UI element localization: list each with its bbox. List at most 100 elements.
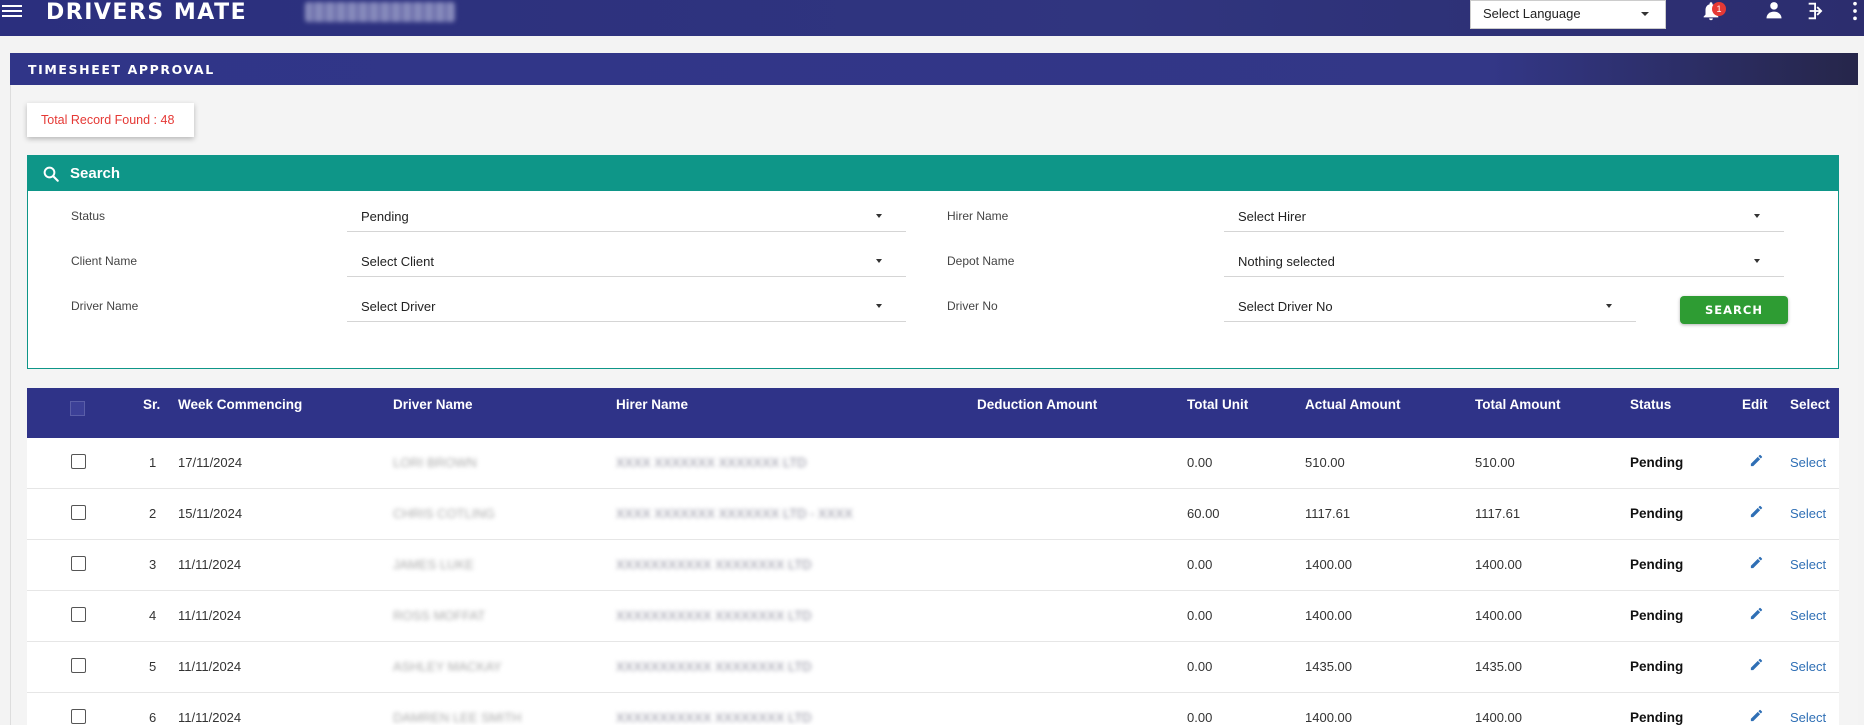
pencil-icon[interactable] xyxy=(1749,606,1764,621)
driver-select-value: Select Driver xyxy=(361,299,436,314)
language-select[interactable]: Select Language xyxy=(1470,0,1666,29)
cell-unit: 60.00 xyxy=(1187,506,1220,521)
select-all-checkbox[interactable] xyxy=(70,401,85,416)
cell-select[interactable]: Select xyxy=(1790,455,1826,470)
chevron-down-icon xyxy=(1754,259,1760,263)
table-row: 6 11/11/2024 DAMREN LEE SMITH XXXXXXXXXXX X… xyxy=(27,693,1839,725)
pencil-icon[interactable] xyxy=(1749,504,1764,519)
panel-header: TIMESHEET APPROVAL xyxy=(10,53,1858,85)
client-select[interactable]: Select Client xyxy=(347,245,906,277)
language-select-label: Select Language xyxy=(1483,6,1581,21)
row-checkbox[interactable] xyxy=(71,556,86,571)
header-status: Status xyxy=(1630,397,1672,412)
pencil-icon[interactable] xyxy=(1749,657,1764,672)
cell-hirer: XXXX XXXXXXX XXXXXXX LTD - XXXX xyxy=(616,506,853,521)
cell-driver: JAMES LUKE xyxy=(393,557,474,572)
table-row: 1 17/11/2024 LORI BROWN XXXX XXXXXXX XXXXXX… xyxy=(27,438,1839,489)
cell-unit: 0.00 xyxy=(1187,659,1213,674)
header-edit: Edit xyxy=(1742,397,1768,412)
header-week: Week Commencing xyxy=(178,397,303,412)
cell-hirer: XXXXXXXXXXX XXXXXXXX LTD xyxy=(616,557,812,572)
cell-week: 11/11/2024 xyxy=(178,608,242,623)
cell-sr: 1 xyxy=(149,455,157,470)
cell-status: Pending xyxy=(1630,608,1684,623)
pencil-icon[interactable] xyxy=(1749,555,1764,570)
header-total: Total Amount xyxy=(1475,397,1561,412)
user-icon[interactable] xyxy=(1764,0,1784,20)
row-checkbox[interactable] xyxy=(71,709,86,724)
menu-icon[interactable] xyxy=(2,2,22,22)
chevron-down-icon xyxy=(1754,214,1760,218)
driver-no-select-value: Select Driver No xyxy=(1238,299,1333,314)
row-checkbox[interactable] xyxy=(71,658,86,673)
chevron-down-icon xyxy=(876,259,882,263)
cell-week: 11/11/2024 xyxy=(178,557,242,572)
status-select-value: Pending xyxy=(361,209,409,224)
company-name-blurred xyxy=(305,2,455,22)
cell-week: 15/11/2024 xyxy=(178,506,243,521)
status-label: Status xyxy=(71,209,106,223)
cell-total: 1400.00 xyxy=(1475,710,1522,725)
depot-select[interactable]: Nothing selected xyxy=(1224,245,1784,277)
driver-select[interactable]: Select Driver xyxy=(347,290,906,322)
row-checkbox[interactable] xyxy=(71,505,86,520)
search-title: Search xyxy=(70,165,121,182)
cell-week: 11/11/2024 xyxy=(178,659,242,674)
header-unit: Total Unit xyxy=(1187,397,1249,412)
status-select[interactable]: Pending xyxy=(347,200,906,232)
cell-unit: 0.00 xyxy=(1187,455,1213,470)
hirer-select[interactable]: Select Hirer xyxy=(1224,200,1784,232)
cell-actual: 1435.00 xyxy=(1305,659,1352,674)
header-hirer: Hirer Name xyxy=(616,397,689,412)
more-vertical-icon[interactable] xyxy=(1851,0,1859,22)
header-sr: Sr. xyxy=(143,397,161,412)
cell-total: 1117.61 xyxy=(1475,506,1521,521)
cell-actual: 1400.00 xyxy=(1305,557,1352,572)
page-title: TIMESHEET APPROVAL xyxy=(28,62,215,77)
row-checkbox[interactable] xyxy=(71,607,86,622)
cell-total: 1400.00 xyxy=(1475,608,1522,623)
cell-select[interactable]: Select xyxy=(1790,710,1826,725)
pencil-icon[interactable] xyxy=(1749,453,1764,468)
cell-actual: 1400.00 xyxy=(1305,608,1352,623)
search-button[interactable]: SEARCH xyxy=(1680,296,1788,324)
cell-total: 1400.00 xyxy=(1475,557,1522,572)
search-header: Search xyxy=(28,156,1838,191)
cell-select[interactable]: Select xyxy=(1790,608,1826,623)
cell-status: Pending xyxy=(1630,659,1684,674)
chevron-down-icon xyxy=(876,214,882,218)
row-checkbox[interactable] xyxy=(71,454,86,469)
cell-select[interactable]: Select xyxy=(1790,557,1826,572)
header-actual: Actual Amount xyxy=(1305,397,1401,412)
cell-driver: LORI BROWN xyxy=(393,455,477,470)
cell-driver: ASHLEY MACKAY xyxy=(393,659,502,674)
cell-hirer: XXXXXXXXXXX XXXXXXXX LTD xyxy=(616,659,812,674)
hirer-select-value: Select Hirer xyxy=(1238,209,1306,224)
cell-sr: 4 xyxy=(149,608,157,623)
record-count-badge: Total Record Found : 48 xyxy=(27,103,194,137)
cell-driver: ROSS MOFFAT xyxy=(393,608,486,623)
driver-no-select[interactable]: Select Driver No xyxy=(1224,290,1636,322)
chevron-down-icon xyxy=(1641,12,1649,16)
table-row: 4 11/11/2024 ROSS MOFFAT XXXXXXXXXXX XXXXXX… xyxy=(27,591,1839,642)
chevron-down-icon xyxy=(876,304,882,308)
header-select: Select xyxy=(1790,397,1830,412)
pencil-icon[interactable] xyxy=(1749,708,1764,723)
cell-actual: 510.00 xyxy=(1305,455,1345,470)
cell-unit: 0.00 xyxy=(1187,608,1213,623)
driver-no-label: Driver No xyxy=(947,299,998,313)
cell-hirer: XXXXXXXXXXX XXXXXXXX LTD xyxy=(616,608,812,623)
app-brand: DRIVERS MATE xyxy=(46,0,248,25)
cell-driver: DAMREN LEE SMITH xyxy=(393,710,522,725)
client-label: Client Name xyxy=(71,254,138,268)
cell-actual: 1400.00 xyxy=(1305,710,1352,725)
cell-sr: 6 xyxy=(149,710,157,725)
top-navbar: DRIVERS MATE Select Language 1 xyxy=(0,0,1864,36)
cell-select[interactable]: Select xyxy=(1790,506,1826,521)
cell-status: Pending xyxy=(1630,455,1684,470)
cell-select[interactable]: Select xyxy=(1790,659,1826,674)
cell-week: 11/11/2024 xyxy=(178,710,242,725)
cell-status: Pending xyxy=(1630,557,1684,572)
logout-icon[interactable] xyxy=(1805,0,1827,22)
cell-status: Pending xyxy=(1630,710,1684,725)
